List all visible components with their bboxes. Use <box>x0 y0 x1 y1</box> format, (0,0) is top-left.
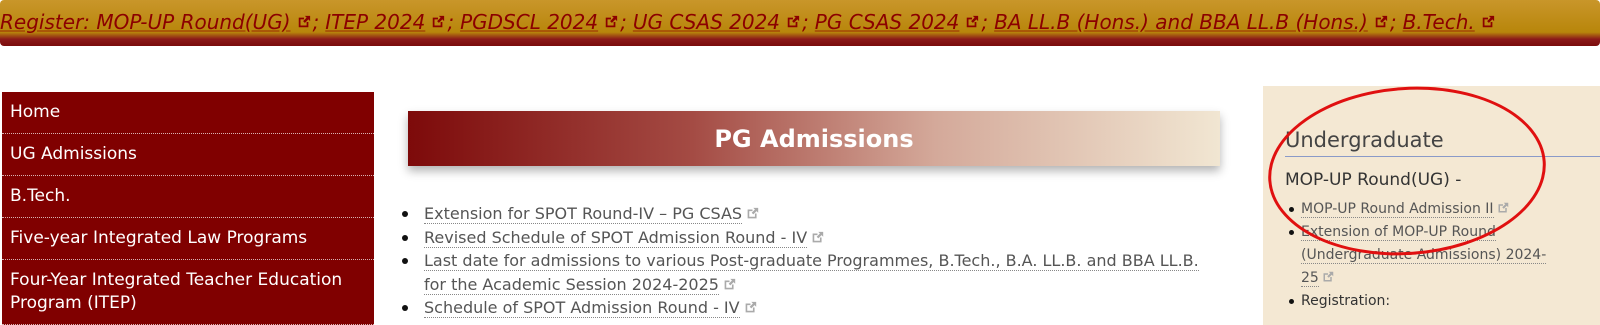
marquee-link-label: B.Tech. <box>1402 10 1475 34</box>
marquee-link-label: ITEP 2024 <box>325 10 426 34</box>
marquee-link-label: UG CSAS 2024 <box>632 10 781 34</box>
marquee-separator: ; <box>981 10 989 34</box>
marquee-separator: ; <box>1389 10 1397 34</box>
list-item: Registration: <box>1289 290 1561 313</box>
announcement-marquee: Register: MOP-UP Round(UG) ; ITEP 2024 ;… <box>0 0 1600 46</box>
sidebar-item-itep[interactable]: Four-Year Integrated Teacher Education P… <box>2 260 374 325</box>
marquee-link-label: PG CSAS 2024 <box>814 10 960 34</box>
last-date-admissions-link[interactable]: Last date for admissions to various Post… <box>424 251 1199 295</box>
marquee-link-btech[interactable]: B.Tech. <box>1403 10 1495 34</box>
list-item: Schedule of SPOT Admission Round - IV <box>402 296 1220 320</box>
registration-label: Registration: <box>1301 293 1391 309</box>
marquee-track: Register: MOP-UP Round(UG) ; ITEP 2024 ;… <box>0 7 1495 37</box>
spot-round-iv-extension-link[interactable]: Extension for SPOT Round-IV – PG CSAS <box>424 204 743 224</box>
mopup-admission-ii-link[interactable]: MOP-UP Round Admission II <box>1301 201 1494 218</box>
marquee-link-itep[interactable]: ITEP 2024 <box>325 10 445 34</box>
marquee-separator: ; <box>802 10 809 34</box>
external-link-icon <box>1482 15 1494 28</box>
external-link-icon <box>967 15 979 28</box>
page-title: PG Admissions <box>714 124 914 153</box>
external-link-icon <box>747 207 759 219</box>
revised-spot-schedule-link[interactable]: Revised Schedule of SPOT Admission Round… <box>424 227 808 248</box>
sidebar-item-home[interactable]: Home <box>2 92 374 134</box>
marquee-link-label: Register: MOP-UP Round(UG) <box>0 10 291 34</box>
external-link-icon <box>605 15 618 28</box>
marquee-link-pg-csas[interactable]: PG CSAS 2024 <box>815 10 980 34</box>
marquee-link-label: BA LL.B (Hons.) and BBA LL.B (Hons.) <box>994 10 1368 34</box>
panel-subheading: MOP-UP Round(UG) - <box>1285 170 1462 190</box>
external-link-icon <box>745 301 756 313</box>
external-link-icon <box>724 278 736 289</box>
sidebar-item-law-programs[interactable]: Five-year Integrated Law Programs <box>2 218 374 260</box>
sidebar-item-ug-admissions[interactable]: UG Admissions <box>2 134 374 176</box>
external-link-icon <box>1323 271 1334 282</box>
undergraduate-links: MOP-UP Round Admission II Extension of M… <box>1289 198 1561 313</box>
external-link-icon <box>1375 15 1387 28</box>
list-item: Last date for admissions to various Post… <box>402 249 1220 296</box>
marquee-link-label: PGDSCL 2024 <box>460 10 599 34</box>
panel-heading: Undergraduate <box>1285 128 1444 152</box>
sidebar-item-btech[interactable]: B.Tech. <box>2 176 374 218</box>
marquee-link-mopup[interactable]: Register: MOP-UP Round(UG) <box>0 10 311 34</box>
external-link-icon <box>1498 202 1508 213</box>
list-item: Extension of MOP-UP Round (Undergraduate… <box>1289 221 1561 290</box>
undergraduate-panel: Undergraduate MOP-UP Round(UG) - MOP-UP … <box>1263 86 1600 325</box>
spot-schedule-iv-link[interactable]: Schedule of SPOT Admission Round - IV <box>424 298 740 318</box>
external-link-icon <box>433 15 445 28</box>
sidebar-nav: Home UG Admissions B.Tech. Five-year Int… <box>2 92 374 325</box>
marquee-separator: ; <box>447 10 455 34</box>
external-link-icon <box>787 15 800 28</box>
marquee-link-pgdscl[interactable]: PGDSCL 2024 <box>460 10 618 34</box>
list-item: Revised Schedule of SPOT Admission Round… <box>402 226 1220 250</box>
marquee-separator: ; <box>620 10 627 34</box>
page-title-banner: PG Admissions <box>408 111 1220 166</box>
pg-admission-links: Extension for SPOT Round-IV – PG CSAS Re… <box>402 202 1220 320</box>
mopup-extension-link[interactable]: Extension of MOP-UP Round (Undergraduate… <box>1301 224 1547 287</box>
list-item: MOP-UP Round Admission II <box>1289 198 1561 221</box>
external-link-icon <box>812 231 824 242</box>
list-item: Extension for SPOT Round-IV – PG CSAS <box>402 202 1220 226</box>
marquee-separator: ; <box>312 10 320 34</box>
main-content: PG Admissions Extension for SPOT Round-I… <box>402 111 1220 320</box>
marquee-link-law[interactable]: BA LL.B (Hons.) and BBA LL.B (Hons.) <box>994 10 1388 34</box>
marquee-link-ug-csas[interactable]: UG CSAS 2024 <box>633 10 800 34</box>
external-link-icon <box>298 15 310 28</box>
heading-divider <box>1285 156 1600 157</box>
